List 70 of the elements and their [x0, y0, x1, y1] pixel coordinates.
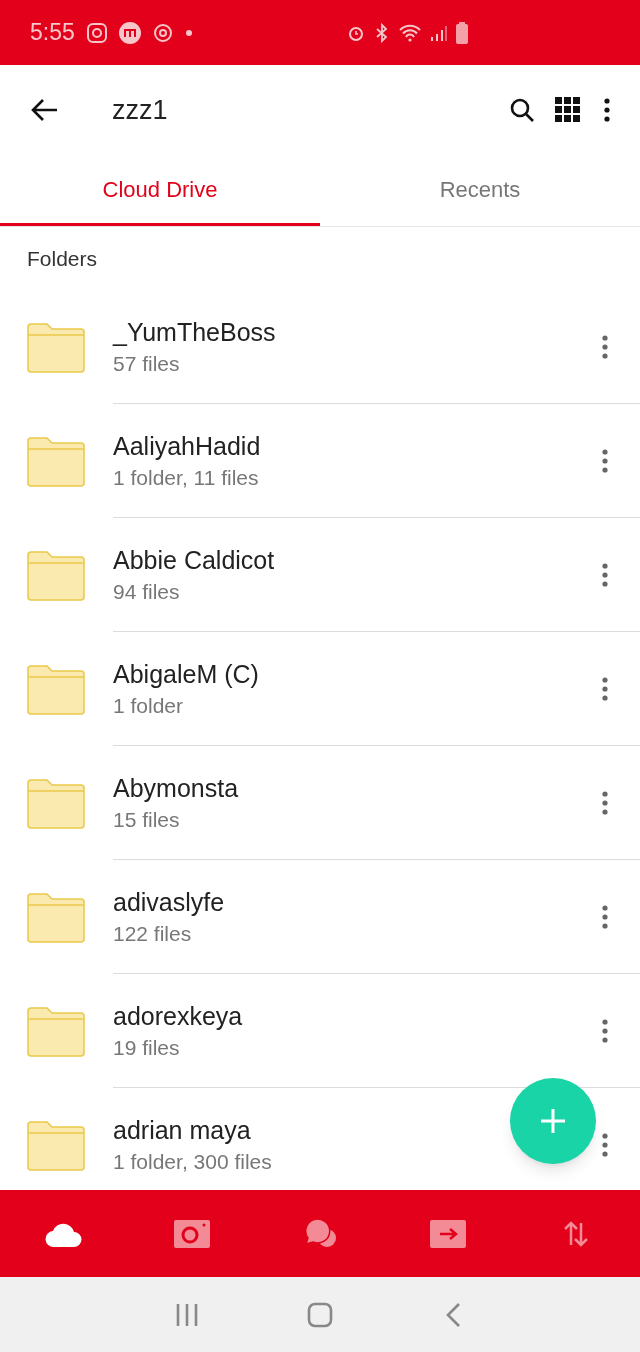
- folder-menu-button[interactable]: [600, 902, 610, 931]
- folder-name: AbigaleM (C): [113, 658, 259, 690]
- folder-row[interactable]: AaliyahHadid 1 folder, 11 files: [0, 404, 640, 518]
- shared-folder-icon: [430, 1219, 466, 1248]
- folder-menu-button[interactable]: [600, 1016, 610, 1045]
- battery-icon: [456, 21, 468, 44]
- folder-row[interactable]: Abymonsta 15 files: [0, 746, 640, 860]
- folder-name: adorexkeya: [113, 1000, 243, 1032]
- status-time: 5:55: [30, 18, 75, 48]
- folder-name: adrian maya: [113, 1114, 251, 1146]
- back-arrow-icon: [30, 98, 58, 122]
- folder-info: 94 files: [113, 578, 180, 605]
- folder-name: _YumTheBoss: [113, 316, 276, 348]
- tab[interactable]: Cloud Drive: [0, 155, 320, 226]
- folder-icon: [27, 435, 85, 487]
- folder-name: Abbie Caldicot: [113, 544, 275, 576]
- plus-icon: [540, 1108, 566, 1134]
- folder-icon: [27, 321, 85, 373]
- more-options-button[interactable]: [602, 95, 612, 125]
- folder-menu-button[interactable]: [600, 560, 610, 589]
- more-vertical-icon: [602, 562, 608, 587]
- folder-menu-button[interactable]: [600, 332, 610, 361]
- folder-info: 19 files: [113, 1034, 180, 1061]
- more-vertical-icon: [604, 98, 610, 122]
- folder-info: 122 files: [113, 920, 192, 947]
- folder-info: 1 folder, 11 files: [113, 464, 259, 491]
- recent-apps-icon: [174, 1302, 199, 1327]
- folder-info: 1 folder, 300 files: [113, 1148, 272, 1175]
- folder-icon: [27, 549, 85, 601]
- folder-row[interactable]: _YumTheBoss 57 files: [0, 290, 640, 404]
- folder-name: adivaslyfe: [113, 886, 225, 918]
- folder-info: 15 files: [113, 806, 180, 833]
- sync-icon: [152, 22, 173, 43]
- more-vertical-icon: [602, 1018, 608, 1043]
- more-vertical-icon: [602, 448, 608, 473]
- folder-name: AaliyahHadid: [113, 430, 261, 462]
- folder-row[interactable]: adivaslyfe 122 files: [0, 860, 640, 974]
- folder-name: Abymonsta: [113, 772, 239, 804]
- folder-icon: [27, 891, 85, 943]
- tab[interactable]: Recents: [320, 155, 640, 226]
- camera-icon: [174, 1219, 210, 1248]
- more-vertical-icon: [602, 904, 608, 929]
- more-vertical-icon: [602, 334, 608, 359]
- folder-icon: [27, 1005, 85, 1057]
- folder-icon: [27, 1119, 85, 1171]
- more-vertical-icon: [602, 1132, 608, 1157]
- header-title: zzz1: [112, 93, 169, 127]
- section-label: Folders: [27, 245, 98, 272]
- grid-icon: [555, 97, 581, 123]
- folder-menu-button[interactable]: [600, 788, 610, 817]
- folder-menu-button[interactable]: [600, 674, 610, 703]
- recorder-app-icon: [118, 21, 141, 44]
- bluetooth-icon: [374, 22, 390, 43]
- notification-dot-icon: [184, 28, 193, 37]
- folder-icon: [27, 777, 85, 829]
- more-vertical-icon: [602, 790, 608, 815]
- folder-info: 57 files: [113, 350, 180, 377]
- folder-info: 1 folder: [113, 692, 184, 719]
- home-icon: [307, 1301, 333, 1328]
- folder-row[interactable]: Abbie Caldicot 94 files: [0, 518, 640, 632]
- search-icon: [509, 97, 535, 123]
- folder-menu-button[interactable]: [600, 1130, 610, 1159]
- folder-menu-button[interactable]: [600, 446, 610, 475]
- folder-row[interactable]: AbigaleM (C) 1 folder: [0, 632, 640, 746]
- wifi-icon: [398, 22, 422, 43]
- signal-icon: [430, 23, 448, 42]
- folder-icon: [27, 663, 85, 715]
- more-vertical-icon: [602, 676, 608, 701]
- camera-app-icon: [86, 22, 107, 43]
- back-chevron-icon: [445, 1301, 462, 1328]
